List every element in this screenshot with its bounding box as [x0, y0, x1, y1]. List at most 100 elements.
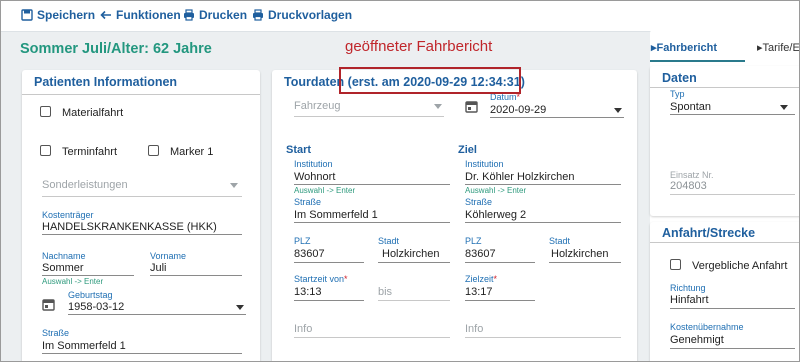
goal-heading: Ziel [458, 144, 477, 156]
functions-button[interactable]: Funktionen [100, 8, 181, 22]
coverage-input[interactable]: Genehmigt [670, 334, 724, 346]
appointment-trip-checkbox[interactable] [40, 145, 51, 156]
tour-title: Tourdaten [284, 75, 345, 89]
type-select[interactable]: Spontan [670, 101, 711, 113]
start-street-label: Straße [294, 197, 322, 207]
chevron-down-icon[interactable] [614, 108, 622, 113]
arrow-left-icon [100, 10, 111, 20]
payer-input[interactable]: HANDELSKRANKENKASSE (HKK) [42, 221, 217, 233]
start-zip-input[interactable]: 83607 [294, 248, 325, 260]
chevron-down-icon[interactable] [230, 183, 238, 188]
save-label: Speichern [37, 8, 96, 22]
print-label: Drucken [199, 8, 248, 22]
start-city-label: Stadt [378, 236, 400, 246]
marker-label: Marker 1 [170, 146, 214, 158]
goal-time-input[interactable]: 13:17 [465, 286, 493, 298]
tab-tariffs-label: Tarife/E [762, 42, 800, 54]
start-time-label: Startzeit von* [294, 274, 348, 284]
field-underline [294, 116, 444, 117]
field-underline [465, 262, 535, 263]
divider [650, 242, 800, 243]
goal-zip-input[interactable]: 83607 [465, 248, 496, 260]
futile-trip-checkbox[interactable] [670, 259, 681, 270]
marker-checkbox[interactable] [148, 145, 159, 156]
lastname-hint: Auswahl -> Enter [42, 277, 104, 286]
highlight-box [339, 67, 521, 94]
field-underline [294, 300, 364, 301]
birthday-label: Geburtstag [68, 290, 113, 300]
start-institution-input[interactable]: Wohnort [294, 171, 335, 183]
print-button[interactable]: Drucken [183, 8, 247, 22]
tab-tariffs[interactable]: ▸Tarife/E [757, 41, 800, 54]
goal-street-input[interactable]: Köhlerweg 2 [465, 209, 526, 221]
field-underline [42, 353, 242, 354]
material-trip-checkbox[interactable] [40, 106, 51, 117]
goal-info-input[interactable]: Info [465, 323, 483, 335]
field-underline [670, 114, 795, 115]
vehicle-select[interactable]: Fahrzeug [294, 100, 340, 112]
lastname-input[interactable]: Sommer [42, 262, 84, 274]
start-city-input[interactable]: Holzkirchen [382, 248, 439, 260]
field-underline [42, 196, 242, 197]
field-underline [670, 348, 795, 349]
calendar-icon[interactable] [465, 100, 478, 113]
field-underline [294, 222, 450, 223]
field-underline [68, 314, 246, 315]
direction-label: Richtung [670, 283, 706, 293]
chevron-down-icon[interactable] [780, 105, 788, 110]
mission-label: Einsatz Nr. [670, 170, 714, 180]
goal-time-label: Zielzeit* [465, 274, 498, 284]
route-card: Anfahrt/Strecke Vergebliche Anfahrt Rich… [650, 222, 800, 362]
start-institution-label: Institution [294, 159, 333, 169]
patient-card-title: Patienten Informationen [34, 75, 178, 89]
until-input[interactable]: bis [378, 286, 392, 298]
extra-services-select[interactable]: Sonderleistungen [42, 179, 128, 191]
goal-city-input[interactable]: Holzkirchen [551, 248, 608, 260]
field-underline [549, 262, 621, 263]
type-label: Typ [670, 89, 685, 99]
field-underline [294, 262, 364, 263]
chevron-down-icon[interactable] [236, 305, 244, 310]
field-underline [378, 300, 450, 301]
goal-institution-input[interactable]: Dr. Köhler Holzkirchen [465, 171, 574, 183]
street-label: Straße [42, 328, 70, 338]
direction-input[interactable]: Hinfahrt [670, 294, 709, 306]
start-street-input[interactable]: Im Sommerfeld 1 [294, 209, 378, 221]
annotation-label: geöffneter Fahrbericht [345, 38, 493, 55]
goal-institution-label: Institution [465, 159, 504, 169]
start-info-input[interactable]: Info [294, 323, 312, 335]
field-underline [465, 184, 621, 185]
date-input[interactable]: 2020-09-29 [490, 104, 546, 116]
print-templates-button[interactable]: Druckvorlagen [252, 8, 352, 22]
divider [650, 87, 800, 88]
divider [22, 94, 260, 95]
start-zip-label: PLZ [294, 236, 311, 246]
tour-data-card: Tourdaten (erst. am 2020-09-29 12:34:31)… [272, 70, 637, 362]
tab-trip-report[interactable]: ▸Fahrbericht [651, 41, 717, 54]
field-underline [42, 234, 242, 235]
functions-label: Funktionen [116, 8, 181, 22]
chevron-down-icon[interactable] [434, 104, 442, 109]
field-underline [465, 222, 621, 223]
birthday-input[interactable]: 1958-03-12 [68, 301, 124, 313]
firstname-label: Vorname [150, 251, 187, 261]
goal-street-label: Straße [465, 197, 493, 207]
printer-icon [184, 9, 194, 21]
page-title: Sommer Juli/Alter: 62 Jahre [20, 41, 212, 57]
material-trip-label: Materialfahrt [62, 107, 124, 119]
field-underline [465, 300, 535, 301]
data-card: Daten Typ Spontan Einsatz Nr. 204803 [650, 66, 800, 216]
active-tab-indicator [650, 60, 745, 62]
data-card-title: Daten [662, 71, 697, 85]
street-input[interactable]: Im Sommerfeld 1 [42, 340, 126, 352]
calendar-icon[interactable] [42, 298, 55, 311]
save-button[interactable]: Speichern [21, 8, 95, 22]
field-underline [465, 337, 621, 338]
firstname-input[interactable]: Juli [150, 262, 167, 274]
patient-info-card: Patienten Informationen Materialfahrt Te… [22, 70, 260, 362]
payer-label: Kostenträger [42, 210, 94, 220]
lastname-label: Nachname [42, 251, 86, 261]
field-underline [294, 184, 450, 185]
print-templates-label: Druckvorlagen [268, 8, 353, 22]
start-time-input[interactable]: 13:13 [294, 286, 322, 298]
